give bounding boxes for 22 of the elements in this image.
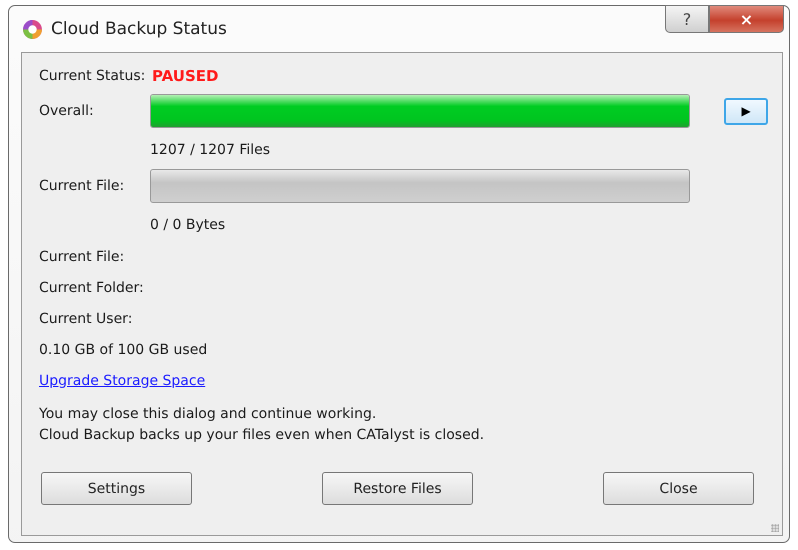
- help-button[interactable]: ?: [665, 5, 709, 33]
- info-text: Cloud Backup backs up your files even when CATalyst is closed.: [39, 426, 486, 445]
- close-button[interactable]: ×: [709, 5, 784, 33]
- detail-label: Current File:: [39, 248, 124, 264]
- progress-reading: 0 / 0 Bytes: [150, 217, 226, 233]
- progress-label: Current File:: [39, 178, 126, 194]
- window-title: Cloud Backup Status: [51, 19, 227, 39]
- storage-usage: 0.10 GB of 100 GB used: [39, 342, 208, 358]
- progress-label: Overall:: [39, 103, 95, 119]
- dialog-button[interactable]: Settings: [41, 472, 192, 505]
- detail-label: Current User:: [39, 310, 132, 326]
- status-value: PAUSED: [152, 67, 218, 85]
- status-label: Current Status:: [39, 68, 146, 84]
- info-text: You may close this dialog and continue working.: [39, 405, 378, 424]
- resize-grip-icon: [771, 524, 779, 532]
- dialog-button[interactable]: Close: [603, 472, 754, 505]
- upgrade-link[interactable]: Upgrade Storage Space: [39, 372, 206, 388]
- dialog-button[interactable]: Restore Files: [322, 472, 473, 505]
- detail-label: Current Folder:: [39, 280, 144, 296]
- app-logo-icon: [22, 18, 43, 40]
- progress-reading: 1207 / 1207 Files: [150, 142, 270, 158]
- play-button[interactable]: ▶: [724, 98, 768, 124]
